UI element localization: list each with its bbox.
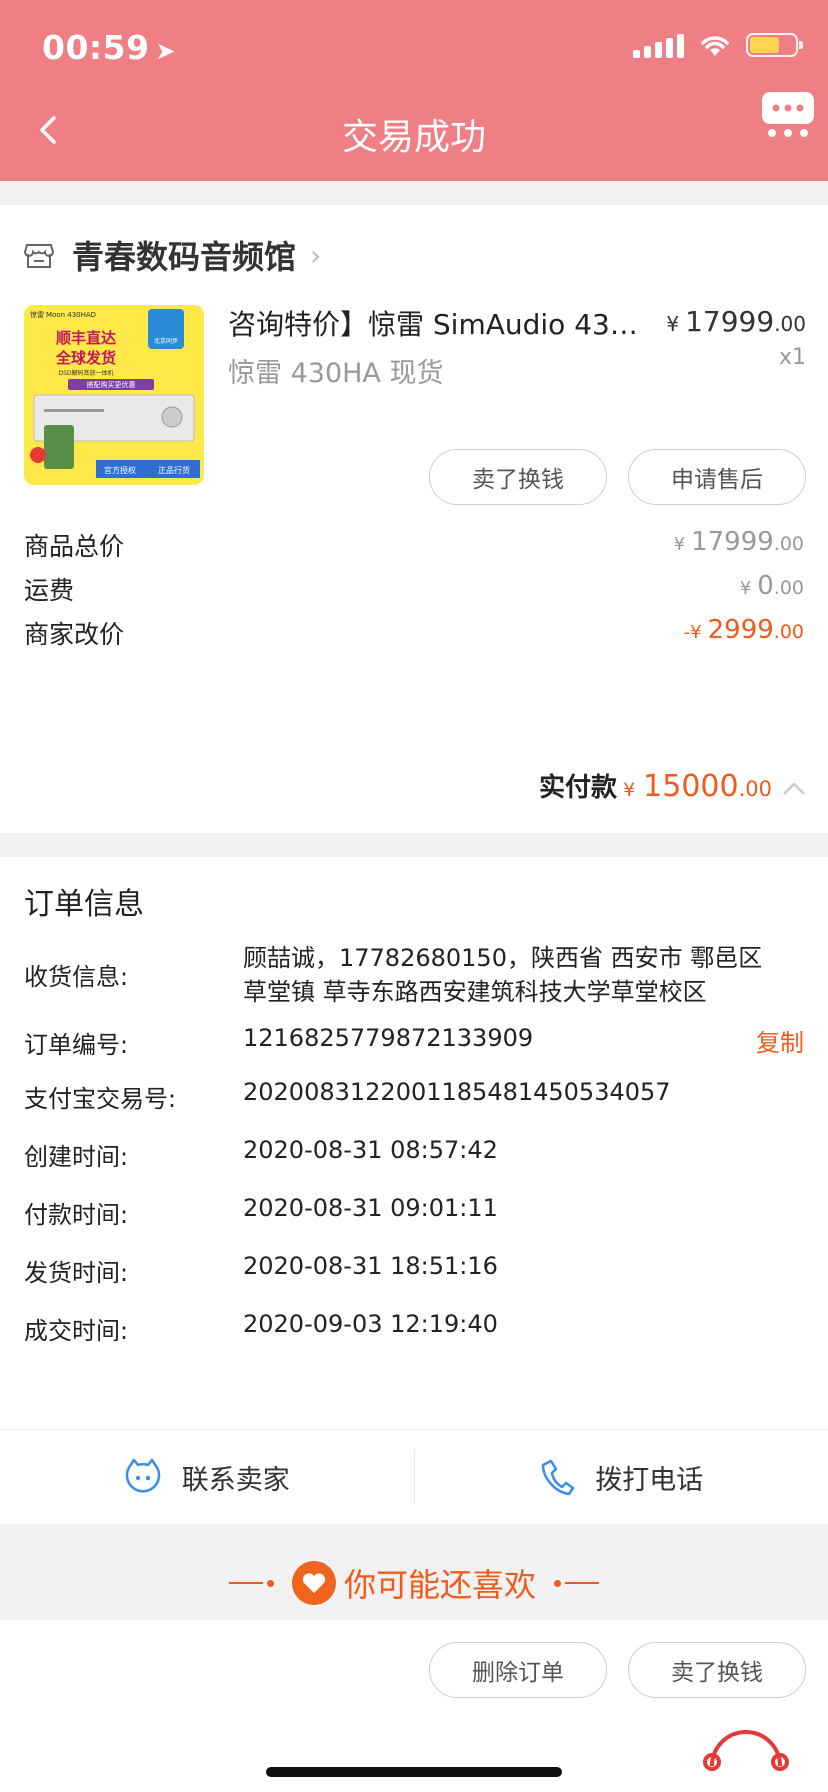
divider-dot	[554, 1579, 561, 1587]
receiver-line-1: 顾喆诚，17782680150，陕西省 西安市 鄠邑区	[243, 944, 763, 972]
home-indicator	[266, 1767, 562, 1777]
completed-time-value: 2020-09-03 12:19:40	[243, 1310, 498, 1338]
after-sales-button[interactable]: 申请售后	[628, 449, 806, 505]
product-image: 惊雷 Moon 430HAD 顺丰直达 全球发货 DSD解码耳放一体机 北京同步…	[24, 305, 204, 485]
product-price: ¥17999.00	[666, 305, 806, 338]
paid-label: 实付款	[539, 773, 618, 803]
clock-text: 00:59	[42, 28, 150, 67]
svg-text:正品行货: 正品行货	[158, 465, 190, 475]
call-phone-label: 拨打电话	[595, 1464, 704, 1496]
product-thumbnail[interactable]: 惊雷 Moon 430HAD 顺丰直达 全球发货 DSD解码耳放一体机 北京同步…	[24, 305, 204, 485]
receiver-value: 顾喆诚，17782680150，陕西省 西安市 鄠邑区 草堂镇 草寺东路西安建筑…	[243, 941, 762, 1009]
message-bubble-icon[interactable]	[762, 88, 814, 138]
contact-seller-label: 联系卖家	[181, 1464, 290, 1496]
headphone-icon[interactable]	[698, 1722, 794, 1772]
battery-icon	[746, 33, 803, 57]
chevron-up-icon	[783, 782, 805, 795]
contact-seller-button[interactable]: 联系卖家	[0, 1430, 414, 1524]
sell-again-button[interactable]: 卖了换钱	[628, 1642, 806, 1698]
created-time-label: 创建时间:	[24, 1143, 129, 1171]
receiver-label: 收货信息:	[24, 963, 129, 991]
svg-text:官方授权: 官方授权	[104, 465, 136, 475]
product-quantity: x1	[778, 345, 806, 370]
shipped-time-value: 2020-08-31 18:51:16	[243, 1252, 498, 1280]
order-summary-card: 青春数码音频馆 › 惊雷 Moon 430HAD 顺丰直达 全球发货 DSD解码…	[0, 205, 828, 833]
paid-time-value: 2020-08-31 09:01:11	[243, 1194, 498, 1222]
wifi-icon	[701, 36, 729, 56]
heart-icon	[291, 1561, 336, 1605]
nav-header: 00:59 ➤ 交易成功	[0, 0, 828, 181]
shipped-time-label: 发货时间:	[24, 1259, 129, 1287]
divider	[565, 1582, 599, 1584]
page-title: 交易成功	[341, 117, 486, 158]
actual-paid-row[interactable]: 实付款 ¥15000.00	[539, 767, 806, 804]
delete-order-button[interactable]: 删除订单	[429, 1642, 607, 1698]
bottom-action-bar: 删除订单 卖了换钱	[0, 1620, 828, 1792]
location-arrow-icon: ➤	[155, 37, 177, 65]
receiver-line-2: 草堂镇 草寺东路西安建筑科技大学草堂校区	[243, 978, 707, 1006]
svg-text:DSD解码耳放一体机: DSD解码耳放一体机	[58, 369, 113, 377]
shipping-row: 运费 ¥0.00	[24, 571, 804, 605]
cellular-signal-icon	[633, 32, 684, 58]
shop-icon	[24, 244, 54, 268]
call-phone-button[interactable]: 拨打电话	[415, 1430, 828, 1524]
contact-bar: 联系卖家 拨打电话	[0, 1429, 828, 1524]
svg-text:惊雷: 惊雷	[30, 310, 44, 319]
phone-icon	[542, 1459, 575, 1496]
order-info-card: 订单信息 收货信息: 顾喆诚，17782680150，陕西省 西安市 鄠邑区 草…	[0, 857, 828, 1524]
recommend-header: 你可能还喜欢	[0, 1560, 828, 1606]
svg-text:顺丰直达: 顺丰直达	[56, 329, 116, 347]
order-no-label: 订单编号:	[24, 1031, 129, 1059]
divider	[228, 1582, 263, 1584]
alipay-label: 支付宝交易号:	[24, 1085, 177, 1113]
sell-button[interactable]: 卖了换钱	[429, 449, 607, 505]
recommend-title: 你可能还喜欢	[343, 1566, 536, 1604]
chevron-right-icon: ›	[310, 238, 322, 272]
order-info-title: 订单信息	[24, 887, 144, 922]
paid-time-label: 付款时间:	[24, 1201, 129, 1229]
goods-total-row: 商品总价 ¥17999.00	[24, 527, 804, 561]
copy-button[interactable]: 复制	[756, 1023, 804, 1058]
created-time-value: 2020-08-31 08:57:42	[243, 1136, 498, 1164]
price-adjust-row: 商家改价 -¥ 2999.00	[24, 615, 804, 649]
order-no-value: 1216825779872133909	[243, 1024, 534, 1052]
svg-text:北京同步: 北京同步	[154, 337, 178, 345]
product-title[interactable]: 咨询特价】惊雷 SimAudio 430...	[228, 303, 648, 343]
chat-face-icon	[125, 1458, 160, 1493]
status-icons	[633, 32, 803, 58]
alipay-value: 2020083122001185481450534057	[243, 1078, 671, 1106]
product-sku: 惊雷 430HA 现货	[228, 358, 444, 389]
svg-text:Moon 430HAD: Moon 430HAD	[46, 311, 96, 319]
svg-text:搭配购买更优惠: 搭配购买更优惠	[87, 380, 136, 389]
status-time: 00:59 ➤	[42, 28, 176, 67]
divider-dot	[266, 1579, 274, 1587]
shop-name: 青春数码音频馆	[72, 238, 297, 276]
svg-text:全球发货: 全球发货	[55, 349, 116, 367]
paid-amount: ¥15000.00	[623, 769, 772, 804]
shop-row[interactable]: 青春数码音频馆 ›	[24, 229, 321, 281]
completed-time-label: 成交时间:	[24, 1317, 129, 1345]
